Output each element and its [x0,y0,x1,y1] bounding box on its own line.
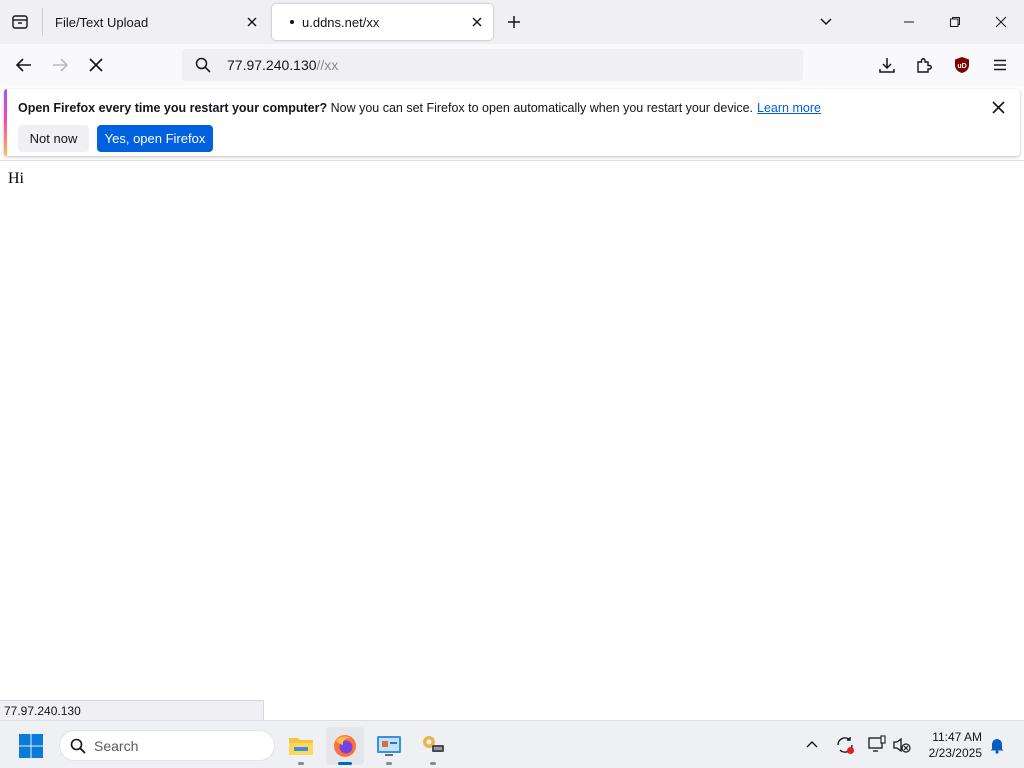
notification-title: Open Firefox every time you restart your… [18,101,328,115]
notification-accent [4,89,7,156]
status-bar: 77.97.240.130 [0,700,264,721]
notification-body: Now you can set Firefox to open automati… [327,101,754,115]
firefox-view-icon [12,15,28,29]
network-icon [868,735,886,752]
clock-time: 11:47 AM [932,730,982,744]
minimize-button[interactable] [886,0,932,44]
taskbar-clock[interactable]: 11:47 AM 2/23/2025 [918,729,982,761]
key-app-icon [423,736,444,752]
ublock-origin-button[interactable]: uD [946,49,978,81]
close-icon [995,16,1007,28]
close-icon [472,17,482,27]
forward-button[interactable] [44,49,76,81]
chevron-down-icon [820,18,832,26]
downloads-button[interactable] [871,49,903,81]
default-browser-notification: Open Firefox every time you restart your… [4,89,1020,156]
yes-open-firefox-button[interactable]: Yes, open Firefox [97,125,213,152]
search-icon [68,736,88,756]
clock-date: 2/23/2025 [928,746,982,760]
control-panel-icon [377,736,401,756]
stop-button[interactable] [80,49,112,81]
tab-label: u.ddns.net/xx [302,14,380,30]
app-menu-button[interactable] [984,49,1016,81]
network-tray-icon[interactable] [865,733,889,757]
svg-text:uD: uD [957,63,966,70]
list-all-tabs-button[interactable] [814,10,838,34]
tab-close-button[interactable] [467,12,487,32]
ublock-shield-icon: uD [955,57,969,73]
tab-file-text-upload[interactable]: File/Text Upload [44,4,268,40]
firefox-icon [334,735,356,757]
arrow-left-icon [15,58,31,72]
url-host: 77.97.240.130 [227,57,317,73]
navigation-toolbar: 77.97.240.130//xx uD [0,44,1024,86]
tab-close-button[interactable] [242,12,262,32]
taskbar-search-box[interactable]: Search [59,730,275,761]
new-tab-button[interactable] [502,10,526,34]
content-divider [0,160,1024,161]
start-button[interactable] [18,733,44,759]
notifications-button[interactable] [985,733,1009,757]
running-indicator [430,762,436,765]
arrow-right-icon [53,58,69,72]
windows-taskbar: Search 11:47 AM 2/23/2025 [0,720,1024,768]
tab-label: File/Text Upload [55,14,149,30]
running-indicator [298,762,304,765]
notification-message: Open Firefox every time you restart your… [18,101,821,115]
restore-icon [950,17,960,27]
volume-tray-icon[interactable] [890,733,914,757]
restore-button[interactable] [932,0,978,44]
url-path: //xx [316,57,339,73]
control-panel-taskbar-button[interactable] [370,727,408,765]
window-close-button[interactable] [978,0,1024,44]
puzzle-icon [917,58,932,73]
loading-dot-icon [290,20,294,24]
close-icon [991,100,1005,114]
tab-separator [42,8,43,36]
volume-muted-icon [893,737,911,753]
firefox-taskbar-button[interactable] [326,727,364,765]
search-icon [193,55,213,75]
file-explorer-taskbar-button[interactable] [282,727,320,765]
sync-alert-icon [837,737,854,754]
plus-icon [508,16,520,28]
chevron-up-icon [806,741,818,748]
active-indicator [338,762,352,765]
minimize-icon [904,21,914,23]
page-body-text: Hi [8,170,24,187]
app-taskbar-button[interactable] [414,727,452,765]
back-button[interactable] [8,49,40,81]
not-now-button[interactable]: Not now [18,125,89,152]
running-indicator [386,762,392,765]
url-bar[interactable]: 77.97.240.130//xx [182,49,803,81]
notification-close-button[interactable] [988,97,1008,117]
sync-tray-icon[interactable] [833,733,857,757]
show-hidden-icons-button[interactable] [800,733,824,757]
search-placeholder: Search [94,737,139,754]
firefox-view-button[interactable] [0,0,40,44]
windows-logo-icon [19,734,43,758]
download-icon [879,58,895,73]
extensions-button[interactable] [908,49,940,81]
hamburger-menu-icon [994,59,1006,71]
tab-active[interactable]: u.ddns.net/xx [272,4,493,40]
learn-more-link[interactable]: Learn more [757,101,821,115]
stop-icon [89,58,103,72]
folder-icon [289,738,313,755]
close-icon [247,17,257,27]
tab-strip: File/Text Upload u.ddns.net/xx [0,0,1024,44]
bell-icon [990,739,1004,754]
